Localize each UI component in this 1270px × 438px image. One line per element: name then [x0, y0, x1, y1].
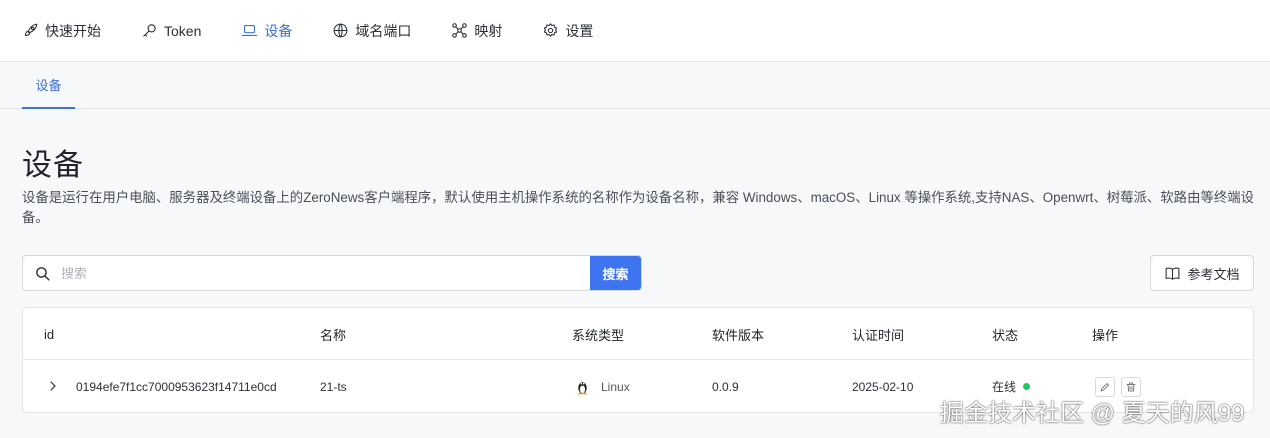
device-os-label: Linux [601, 379, 630, 394]
page-description: 设备是运行在用户电脑、服务器及终端设备上的ZeroNews客户端程序，默认使用主… [22, 190, 1255, 225]
nav-item-mapping[interactable]: 映射 [451, 21, 502, 41]
nav-item-quickstart[interactable]: 快速开始 [22, 21, 101, 41]
device-auth-time: 2025-02-10 [852, 379, 914, 394]
column-header-status: 状态 [992, 327, 1019, 343]
docs-button[interactable]: 参考文档 [1150, 255, 1254, 291]
column-header-name: 名称 [320, 327, 347, 343]
status-online-dot [1023, 383, 1031, 390]
search-button[interactable]: 搜索 [590, 256, 641, 290]
column-header-os: 系统类型 [572, 327, 625, 343]
nav-label-quickstart: 快速开始 [45, 22, 101, 39]
nav-item-settings[interactable]: 设置 [542, 21, 593, 41]
key-icon [143, 24, 156, 37]
nav-label-domain-port: 域名端口 [355, 22, 412, 39]
column-header-auth-time: 认证时间 [852, 327, 905, 343]
column-header-id: id [44, 326, 55, 342]
chevron-right-icon[interactable] [45, 378, 61, 394]
network-icon [452, 23, 468, 38]
nav-item-domain-port[interactable]: 域名端口 [332, 21, 411, 41]
watermark-text: 掘金技术社区 @ 夏天的风99 [940, 400, 1245, 427]
trash-icon [1126, 382, 1136, 391]
search-icon [23, 256, 61, 290]
device-version: 0.0.9 [712, 379, 739, 394]
tab-devices[interactable]: 设备 [22, 62, 75, 109]
device-id: 0194efe7f1cc7000953623f14711e0cd [76, 379, 277, 394]
linux-penguin-icon [578, 382, 587, 395]
docs-button-label: 参考文档 [1187, 266, 1240, 282]
nav-label-devices: 设备 [264, 22, 293, 39]
pencil-icon [1100, 382, 1109, 391]
nav-item-token[interactable]: Token [141, 22, 201, 39]
rocket-icon [25, 23, 38, 36]
device-os: Linux [574, 360, 630, 413]
page-title: 设备 [22, 149, 84, 182]
book-icon [1166, 267, 1180, 280]
search-input[interactable] [61, 256, 590, 290]
nav-label-settings: 设置 [565, 22, 594, 39]
table-header: id 名称 系统类型 软件版本 认证时间 状态 操作 [23, 308, 1253, 360]
sub-tab-bar: 设备 [0, 62, 1270, 109]
gear-icon [544, 23, 558, 37]
nav-label-token: Token [164, 22, 202, 39]
nav-label-mapping: 映射 [474, 22, 503, 39]
top-navigation: 快速开始 Token 设备 域名端口 映射 设置 [0, 0, 1270, 62]
column-header-actions: 操作 [1092, 327, 1119, 343]
laptop-icon [242, 25, 258, 36]
globe-icon [333, 23, 348, 38]
nav-item-devices[interactable]: 设备 [241, 21, 292, 41]
column-header-version: 软件版本 [712, 327, 765, 343]
search-bar: 搜索 [22, 255, 642, 291]
device-name: 21-ts [320, 379, 347, 394]
